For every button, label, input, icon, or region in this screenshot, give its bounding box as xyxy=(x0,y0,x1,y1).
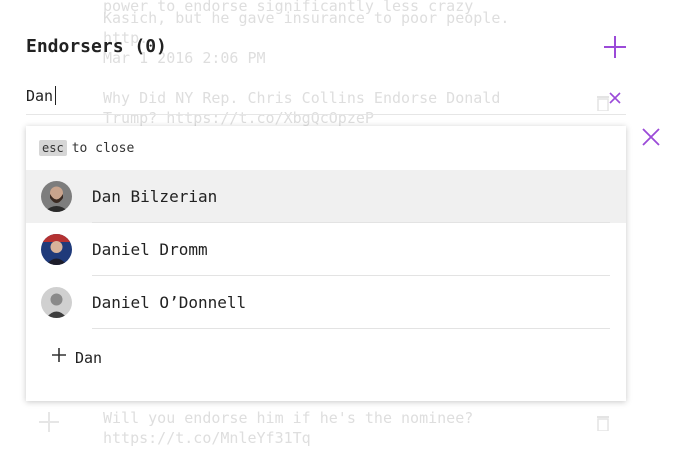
search-field xyxy=(26,84,626,115)
result-item[interactable]: Daniel O’Donnell xyxy=(26,276,626,329)
result-item[interactable]: Dan Bilzerian xyxy=(26,170,626,223)
background-text-line: https://t.co/MnleYf31Tq xyxy=(103,429,311,447)
close-icon xyxy=(609,92,621,104)
avatar xyxy=(41,181,72,212)
plus-icon xyxy=(39,412,59,432)
add-endorser-button[interactable] xyxy=(602,34,628,60)
close-hint-text: to close xyxy=(71,141,135,156)
plus-icon xyxy=(604,36,626,58)
result-item[interactable]: Daniel Dromm xyxy=(26,223,626,276)
esc-key-badge: esc xyxy=(39,140,67,156)
page-title: Endorsers (0) xyxy=(26,36,167,57)
search-input[interactable] xyxy=(26,84,586,108)
avatar xyxy=(41,287,72,318)
avatar xyxy=(41,234,72,265)
result-name: Dan Bilzerian xyxy=(92,187,218,206)
trash-icon xyxy=(597,416,609,431)
results-list: Dan Bilzerian Daniel Dromm Daniel O’Donn… xyxy=(26,170,626,329)
result-name: Daniel Dromm xyxy=(92,240,208,259)
background-text-line: Kasich, but he gave insurance to poor pe… xyxy=(103,9,510,27)
background-text-line: Will you endorse him if he's the nominee… xyxy=(103,409,474,427)
result-name: Daniel O’Donnell xyxy=(92,293,247,312)
close-dropdown-button[interactable] xyxy=(641,127,661,147)
clear-search-button[interactable] xyxy=(608,90,622,104)
text-caret xyxy=(55,86,56,105)
autocomplete-dropdown: esc to close Dan Bilzerian Daniel Dromm … xyxy=(26,126,626,401)
divider xyxy=(92,328,610,329)
add-option-label: Dan xyxy=(75,349,103,367)
plus-icon xyxy=(52,348,66,362)
close-icon xyxy=(642,128,660,146)
add-new-endorser-option[interactable]: Dan xyxy=(26,338,626,378)
close-hint: esc to close xyxy=(39,140,134,156)
